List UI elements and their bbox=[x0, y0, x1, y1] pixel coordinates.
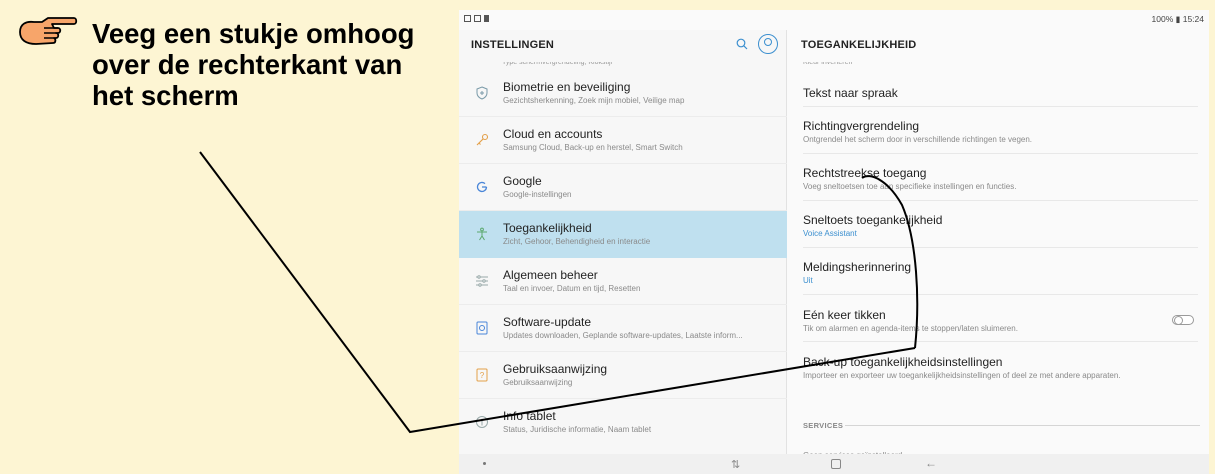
status-bar: 100% ▮ 15:24 bbox=[459, 10, 1209, 30]
gallery-notification-icon bbox=[464, 15, 471, 22]
accessibility-icon bbox=[477, 227, 487, 241]
settings-list-pane: INSTELLINGEN Type schermvergrendeling, K… bbox=[459, 30, 787, 454]
partial-setting-item: Kleur inverteren bbox=[803, 62, 853, 66]
settings-title: INSTELLINGEN bbox=[471, 39, 555, 51]
navigation-bar: ⇅ ← bbox=[459, 454, 1209, 474]
list-item-title: Toegankelijkheid bbox=[503, 221, 592, 235]
key-icon bbox=[476, 133, 489, 146]
setting-text-to-speech[interactable]: Tekst naar spraak bbox=[803, 70, 1198, 107]
screenshot-notification-icon bbox=[474, 15, 481, 22]
sliders-icon bbox=[476, 275, 488, 287]
list-item-title: Gebruiksaanwijzing bbox=[503, 362, 608, 376]
settings-item-google[interactable]: Google Google-instellingen bbox=[459, 164, 787, 211]
settings-item-general[interactable]: Algemeen beheer Taal en invoer, Datum en… bbox=[459, 258, 787, 305]
setting-subtitle: Tik om alarmen en agenda-items te stoppe… bbox=[803, 324, 1018, 333]
list-item-title: Software-update bbox=[503, 315, 592, 329]
setting-title: Richtingvergrendeling bbox=[803, 119, 920, 133]
search-icon[interactable] bbox=[736, 38, 748, 50]
settings-item-user-manual[interactable]: ? Gebruiksaanwijzing Gebruiksaanwijzing bbox=[459, 352, 787, 399]
list-item-subtitle: Samsung Cloud, Back-up en herstel, Smart… bbox=[503, 143, 683, 152]
list-item-subtitle: Updates downloaden, Geplande software-up… bbox=[503, 331, 743, 340]
list-item-title: Algemeen beheer bbox=[503, 268, 598, 282]
back-icon[interactable]: ← bbox=[925, 456, 937, 470]
setting-title: Rechtstreekse toegang bbox=[803, 166, 927, 180]
recent-apps-icon[interactable]: ⇅ bbox=[731, 458, 740, 471]
update-icon bbox=[476, 321, 488, 335]
sd-card-notification-icon bbox=[484, 15, 489, 22]
battery-level: 100% bbox=[1151, 14, 1174, 24]
setting-title: Back-up toegankelijkheidsinstellingen bbox=[803, 355, 1003, 369]
setting-title: Tekst naar spraak bbox=[803, 86, 898, 100]
list-item-title: Info tablet bbox=[503, 409, 556, 423]
battery-icon: ▮ bbox=[1175, 14, 1181, 24]
services-divider bbox=[845, 425, 1200, 426]
settings-item-software-update[interactable]: Software-update Updates downloaden, Gepl… bbox=[459, 305, 787, 352]
list-item-subtitle: Gezichtsherkenning, Zoek mijn mobiel, Ve… bbox=[503, 96, 685, 105]
setting-value: Uit bbox=[803, 276, 813, 285]
setting-value: Voice Assistant bbox=[803, 229, 857, 238]
pointing-hand-icon bbox=[19, 17, 78, 45]
settings-item-cloud[interactable]: Cloud en accounts Samsung Cloud, Back-up… bbox=[459, 117, 787, 164]
setting-title: Meldingsherinnering bbox=[803, 260, 912, 274]
manual-icon: ? bbox=[476, 368, 488, 382]
list-item-subtitle: Taal en invoer, Datum en tijd, Resetten bbox=[503, 284, 641, 293]
shield-icon bbox=[476, 86, 488, 100]
list-item-subtitle: Google-instellingen bbox=[503, 190, 572, 199]
list-item-subtitle: Status, Juridische informatie, Naam tabl… bbox=[503, 425, 652, 434]
setting-backup-accessibility[interactable]: Back-up toegankelijkheidsinstellingen Im… bbox=[803, 342, 1198, 405]
partial-list-item: Type schermvergrendeling, Klokstijl bbox=[502, 62, 613, 66]
list-item-title: Biometrie en beveiliging bbox=[503, 80, 631, 94]
settings-header: INSTELLINGEN bbox=[459, 30, 787, 60]
accessibility-pane: TOEGANKELIJKHEID Kleur inverteren Tekst … bbox=[789, 30, 1209, 460]
list-item-subtitle: Zicht, Gehoor, Behendigheid en interacti… bbox=[503, 237, 651, 246]
notification-icons bbox=[464, 15, 489, 22]
setting-single-tap[interactable]: Eén keer tikken Tik om alarmen en agenda… bbox=[803, 295, 1198, 342]
setting-direction-lock[interactable]: Richtingvergrendeling Ontgrendel het sch… bbox=[803, 107, 1198, 154]
list-item-subtitle: Gebruiksaanwijzing bbox=[503, 378, 573, 387]
settings-item-about-tablet[interactable]: Info tablet Status, Juridische informati… bbox=[459, 399, 787, 446]
setting-direct-access[interactable]: Rechtstreekse toegang Voeg sneltoetsen t… bbox=[803, 154, 1198, 201]
setting-subtitle: Ontgrendel het scherm door in verschille… bbox=[803, 135, 1033, 144]
setting-title: Eén keer tikken bbox=[803, 308, 886, 322]
instruction-text: Veeg een stukje omhoog over de rechterka… bbox=[92, 18, 415, 111]
setting-title: Sneltoets toegankelijkheid bbox=[803, 213, 943, 227]
setting-accessibility-shortcut[interactable]: Sneltoets toegankelijkheid Voice Assista… bbox=[803, 201, 1198, 248]
list-item-title: Cloud en accounts bbox=[503, 127, 603, 141]
list-item-title: Google bbox=[503, 174, 542, 188]
setting-notification-reminder[interactable]: Meldingsherinnering Uit bbox=[803, 248, 1198, 295]
account-icon[interactable] bbox=[758, 34, 778, 54]
settings-item-biometrics[interactable]: Biometrie en beveiliging Gezichtsherkenn… bbox=[459, 70, 787, 117]
single-tap-toggle[interactable] bbox=[1172, 315, 1194, 325]
nav-indicator-dot bbox=[483, 462, 486, 465]
tablet-screen: 100% ▮ 15:24 INSTELLINGEN Type schermver… bbox=[459, 10, 1209, 474]
setting-subtitle: Voeg sneltoetsen toe aan specifieke inst… bbox=[803, 182, 1017, 191]
instruction-panel: Veeg een stukje omhoog over de rechterka… bbox=[0, 0, 455, 474]
home-icon[interactable] bbox=[831, 459, 841, 469]
setting-subtitle: Importeer en exporteer uw toegankelijkhe… bbox=[803, 371, 1121, 380]
svg-text:?: ? bbox=[480, 371, 485, 380]
google-icon bbox=[476, 181, 488, 193]
accessibility-title: TOEGANKELIJKHEID bbox=[801, 39, 917, 51]
services-section-label: SERVICES bbox=[803, 421, 844, 430]
clock: 15:24 bbox=[1182, 14, 1204, 24]
settings-item-accessibility[interactable]: Toegankelijkheid Zicht, Gehoor, Behendig… bbox=[459, 211, 787, 258]
info-icon bbox=[476, 416, 488, 428]
status-right: 100% ▮ 15:24 bbox=[1152, 14, 1204, 25]
